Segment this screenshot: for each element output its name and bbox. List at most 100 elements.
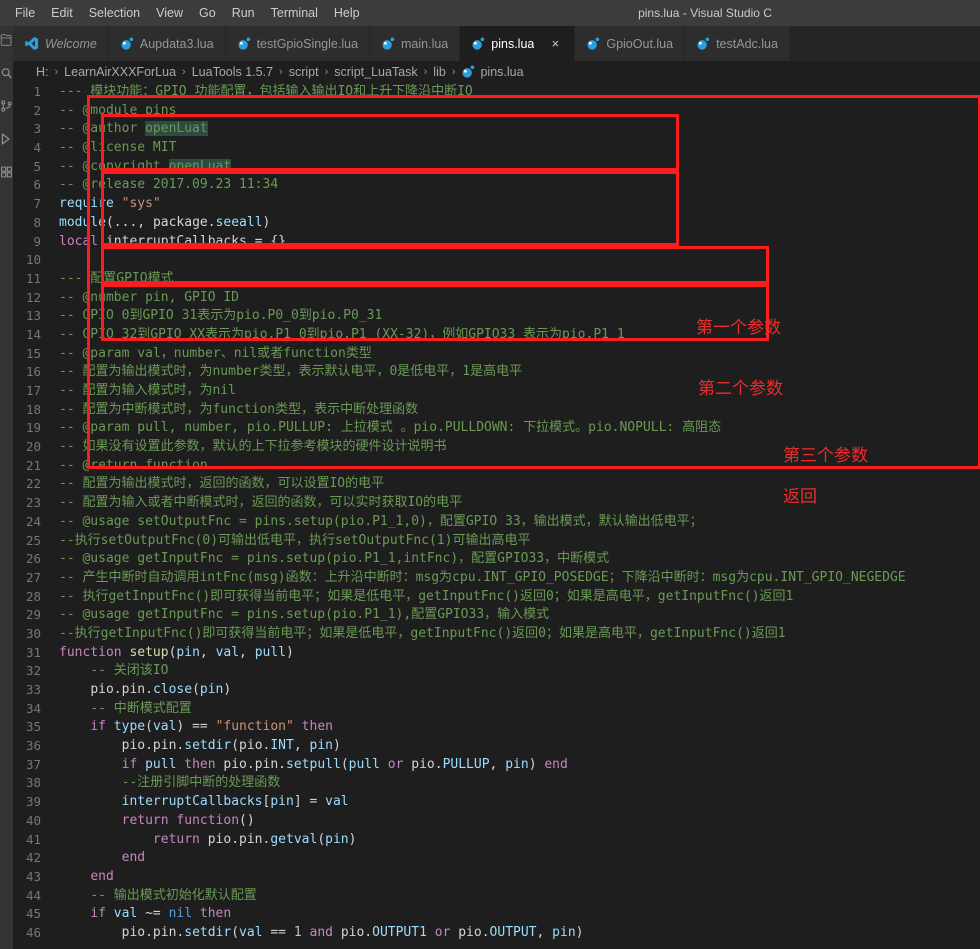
breadcrumb-item-2[interactable]: LuaTools 1.5.7 [191,65,274,79]
breadcrumb-item-4[interactable]: script_LuaTask [333,65,418,79]
code-text[interactable]: -- @module pins [59,102,980,121]
code-text[interactable]: -- 配置为中断模式时，为function类型，表示中断处理函数 [59,401,980,420]
code-text[interactable]: -- @number pin, GPIO ID [59,289,980,308]
breadcrumb-item-drive[interactable]: H: [35,65,50,79]
code-text[interactable]: -- GPIO 32到GPIO XX表示为pio.P1_0到pio.P1_(XX… [59,326,980,345]
code-text[interactable]: -- 输出模式初始化默认配置 [59,887,980,906]
code-text[interactable]: --- 模块功能：GPIO 功能配置，包括输入输出IO和上升下降沿中断IO [59,83,980,102]
code-line[interactable]: 29 -- @usage getInputFnc = pins.setup(pio… [13,606,980,625]
code-line[interactable]: 38 --注册引脚中断的处理函数 [13,774,980,793]
code-text[interactable]: end [59,868,980,887]
code-line[interactable]: 5 -- @copyright openLuat [13,158,980,177]
editor-scrollbar[interactable] [966,83,980,949]
code-line[interactable]: 36 pio.pin.setdir(pio.INT, pin) [13,737,980,756]
code-line[interactable]: 14 -- GPIO 32到GPIO XX表示为pio.P1_0到pio.P1_(… [13,326,980,345]
code-text[interactable]: -- 配置为输出模式时，返回的函数，可以设置IO的电平 [59,475,980,494]
code-line[interactable]: 45 if val ~= nil then [13,905,980,924]
code-line[interactable]: 25 --执行setOutputFnc(0)可输出低电平，执行setOutputF… [13,532,980,551]
code-line[interactable]: 31 function setup(pin, val, pull) [13,644,980,663]
code-line[interactable]: 18 -- 配置为中断模式时，为function类型，表示中断处理函数 [13,401,980,420]
code-text[interactable]: -- @return function [59,457,980,476]
tab-aupdata3-lua[interactable]: Aupdata3.lua [108,26,226,61]
code-text[interactable]: end [59,849,980,868]
code-line[interactable]: 2 -- @module pins [13,102,980,121]
code-text[interactable]: -- 中断模式配置 [59,700,980,719]
code-text[interactable]: pio.pin.close(pin) [59,681,980,700]
code-text[interactable]: local interruptCallbacks = {} [59,233,980,252]
code-text[interactable]: --注册引脚中断的处理函数 [59,774,980,793]
code-line[interactable]: 43 end [13,868,980,887]
tab-welcome[interactable]: Welcome [13,26,109,61]
code-line[interactable]: 9 local interruptCallbacks = {} [13,233,980,252]
code-text[interactable]: -- @copyright openLuat [59,158,980,177]
code-text[interactable]: -- @author openLuat [59,120,980,139]
code-text[interactable]: -- @param val，number、nil或者function类型 [59,345,980,364]
code-line[interactable]: 15 -- @param val，number、nil或者function类型 [13,345,980,364]
tab-main-lua[interactable]: main.lua [370,26,461,61]
explorer-icon[interactable] [0,32,13,48]
code-text[interactable]: -- 配置为输出模式时，为number类型，表示默认电平，0是低电平，1是高电平 [59,363,980,382]
code-text[interactable]: -- @release 2017.09.23 11:34 [59,176,980,195]
code-line[interactable]: 11 --- 配置GPIO模式 [13,270,980,289]
code-line[interactable]: 41 return pio.pin.getval(pin) [13,831,980,850]
breadcrumb-item-1[interactable]: LearnAirXXXForLua [63,65,177,79]
code-text[interactable]: -- @license MIT [59,139,980,158]
code-line[interactable]: 17 -- 配置为输入模式时，为nil [13,382,980,401]
breadcrumb-item-5[interactable]: lib [432,65,447,79]
code-text[interactable]: function setup(pin, val, pull) [59,644,980,663]
tab-pins-lua[interactable]: pins.lua × [460,26,576,61]
code-line[interactable]: 7 require "sys" [13,195,980,214]
menu-item-run[interactable]: Run [225,3,262,23]
code-line[interactable]: 6 -- @release 2017.09.23 11:34 [13,176,980,195]
breadcrumb-item-file[interactable]: pins.lua [460,65,524,79]
code-line[interactable]: 8 module(..., package.seeall) [13,214,980,233]
code-line[interactable]: 27 -- 产生中断时自动调用intFnc(msg)函数：上升沿中断时：msg为c… [13,569,980,588]
tab-gpioout-lua[interactable]: GpioOut.lua [575,26,686,61]
code-text[interactable]: --- 配置GPIO模式 [59,270,980,289]
code-line[interactable]: 26 -- @usage getInputFnc = pins.setup(pio… [13,550,980,569]
code-line[interactable]: 37 if pull then pio.pin.setpull(pull or … [13,756,980,775]
code-text[interactable]: if val ~= nil then [59,905,980,924]
code-text[interactable]: -- 产生中断时自动调用intFnc(msg)函数：上升沿中断时：msg为cpu… [59,569,980,588]
code-line[interactable]: 30 --执行getInputFnc()即可获得当前电平；如果是低电平，getIn… [13,625,980,644]
code-line[interactable]: 1 --- 模块功能：GPIO 功能配置，包括输入输出IO和上升下降沿中断IO [13,83,980,102]
code-line[interactable]: 24 -- @usage setOutputFnc = pins.setup(pi… [13,513,980,532]
code-text[interactable]: -- @usage getInputFnc = pins.setup(pio.P… [59,606,980,625]
extensions-icon[interactable] [0,164,13,180]
menu-item-edit[interactable]: Edit [44,3,80,23]
code-text[interactable]: if type(val) == "function" then [59,718,980,737]
menu-item-go[interactable]: Go [192,3,223,23]
code-text[interactable]: pio.pin.setdir(pio.INT, pin) [59,737,980,756]
source-control-icon[interactable] [0,98,13,114]
code-line[interactable]: 12 -- @number pin, GPIO ID [13,289,980,308]
code-line[interactable]: 40 return function() [13,812,980,831]
code-line[interactable]: 28 -- 执行getInputFnc()即可获得当前电平；如果是低电平，getI… [13,588,980,607]
code-line[interactable]: 35 if type(val) == "function" then [13,718,980,737]
code-text[interactable]: -- @param pull, number, pio.PULLUP: 上拉模式… [59,419,980,438]
code-editor[interactable]: 1 --- 模块功能：GPIO 功能配置，包括输入输出IO和上升下降沿中断IO 2 -… [13,83,980,949]
code-text[interactable]: -- @usage setOutputFnc = pins.setup(pio.… [59,513,980,532]
menu-item-terminal[interactable]: Terminal [264,3,325,23]
code-text[interactable]: if pull then pio.pin.setpull(pull or pio… [59,756,980,775]
code-text[interactable]: module(..., package.seeall) [59,214,980,233]
menu-item-file[interactable]: File [8,3,42,23]
code-text[interactable]: -- @usage getInputFnc = pins.setup(pio.P… [59,550,980,569]
code-line[interactable]: 16 -- 配置为输出模式时，为number类型，表示默认电平，0是低电平，1是高… [13,363,980,382]
code-line[interactable]: 20 -- 如果没有设置此参数，默认的上下拉参考模块的硬件设计说明书 [13,438,980,457]
run-debug-icon[interactable] [0,131,13,147]
code-text[interactable]: return function() [59,812,980,831]
code-line[interactable]: 13 -- GPIO 0到GPIO 31表示为pio.P0_0到pio.P0_31 [13,307,980,326]
code-text[interactable]: -- GPIO 0到GPIO 31表示为pio.P0_0到pio.P0_31 [59,307,980,326]
close-icon[interactable]: × [547,36,563,52]
code-line[interactable]: 32 -- 关闭该IO [13,662,980,681]
tab-testadc-lua[interactable]: testAdc.lua [685,26,790,61]
code-line[interactable]: 3 -- @author openLuat [13,120,980,139]
code-line[interactable]: 19 -- @param pull, number, pio.PULLUP: 上拉… [13,419,980,438]
menu-item-help[interactable]: Help [327,3,367,23]
breadcrumb-item-3[interactable]: script [288,65,320,79]
code-line[interactable]: 44 -- 输出模式初始化默认配置 [13,887,980,906]
menu-item-view[interactable]: View [149,3,190,23]
code-line[interactable]: 21 -- @return function [13,457,980,476]
code-line[interactable]: 39 interruptCallbacks[pin] = val [13,793,980,812]
menu-item-selection[interactable]: Selection [82,3,147,23]
